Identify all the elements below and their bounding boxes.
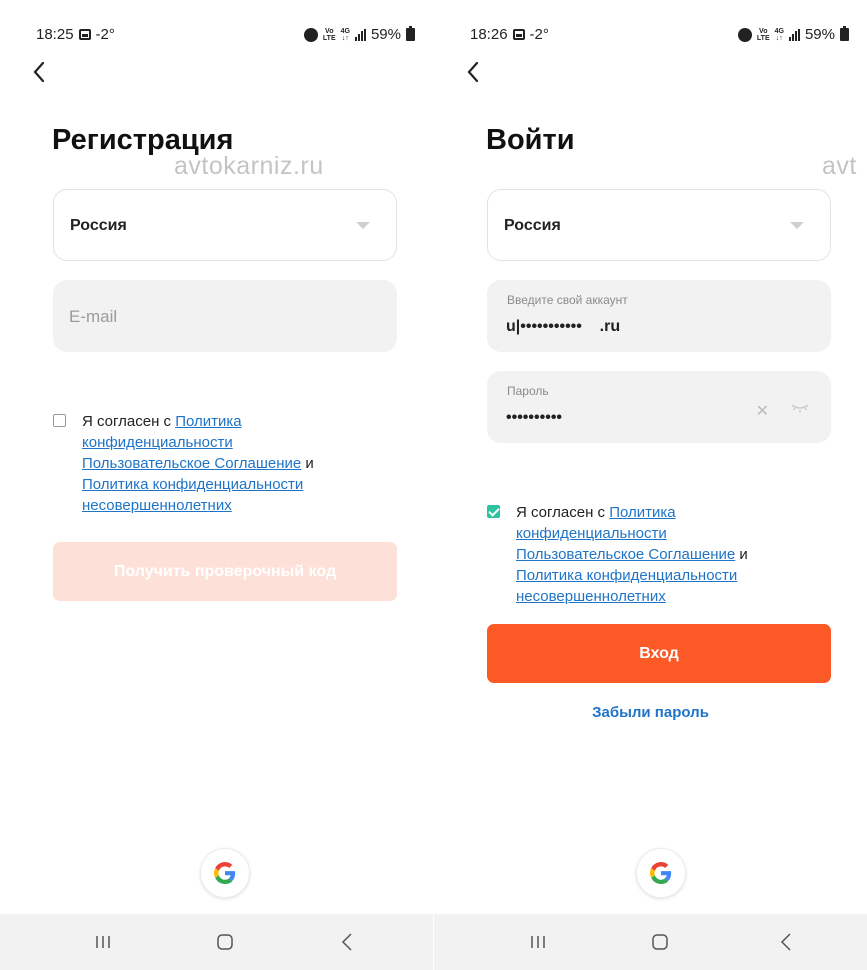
password-value: •••••••••• (506, 409, 563, 426)
status-bar: 18:26 -2° Vo LTE 4G ↓↑ 59% (470, 26, 849, 46)
agreement-text: Я согласен с (516, 504, 610, 521)
minors-privacy-link[interactable]: Политика конфиденциальности несовершенно… (82, 476, 303, 514)
battery-level: 59% (370, 26, 401, 43)
account-label: Введите свой аккаунт (507, 293, 628, 307)
password-field[interactable]: Пароль •••••••••• ✕ (487, 371, 831, 443)
account-field[interactable]: Введите свой аккаунт u|••••••••••• .ru (487, 280, 831, 352)
back-button[interactable] (462, 58, 486, 86)
back-nav-icon[interactable] (779, 930, 793, 954)
agreement-checkbox[interactable] (53, 414, 66, 427)
google-login-button[interactable] (636, 848, 686, 898)
image-icon (512, 29, 525, 40)
login-screen: 18:26 -2° Vo LTE 4G ↓↑ 59% Войти avt Росси… (434, 0, 867, 970)
signal-icon (354, 28, 366, 41)
status-bar: 18:25 -2° Vo LTE 4G ↓↑ 59% (36, 26, 415, 46)
get-code-button[interactable]: Получить проверочный код (53, 542, 397, 601)
agreement-conj: и (735, 546, 748, 563)
watermark: avtokarniz.ru (174, 152, 324, 180)
google-login-button[interactable] (200, 848, 250, 898)
recents-icon[interactable] (530, 930, 546, 954)
country-select[interactable]: Россия (53, 189, 397, 261)
country-label: Россия (504, 217, 561, 234)
system-nav-bar (434, 914, 867, 970)
registration-screen: 18:25 -2° Vo LTE 4G ↓↑ 59% Регистрация avt… (0, 0, 433, 970)
chevron-left-icon (467, 61, 479, 83)
volte-lte-icon: Vo LTE (322, 27, 336, 42)
signal-icon (788, 28, 800, 41)
agreement-block: Я согласен с Политика конфиденциальности… (53, 411, 383, 516)
clear-icon[interactable]: ✕ (756, 401, 769, 421)
forgot-password-link[interactable]: Забыли пароль (434, 704, 867, 721)
password-label: Пароль (507, 384, 549, 398)
system-nav-bar (0, 914, 433, 970)
back-button[interactable] (28, 58, 52, 86)
google-icon (650, 862, 672, 884)
volte-lte-icon: Vo LTE (756, 27, 770, 42)
status-time: 18:26 (470, 26, 508, 43)
alarm-icon (303, 27, 318, 42)
battery-icon (406, 26, 415, 41)
account-value: u|••••••••••• .ru (506, 318, 621, 335)
agreement-conj: и (301, 455, 314, 472)
page-title: Войти (486, 124, 575, 156)
email-placeholder: E-mail (69, 307, 118, 326)
home-icon[interactable] (651, 930, 669, 954)
4g-icon: 4G ↓↑ (774, 27, 784, 42)
alarm-icon (737, 27, 752, 42)
user-agreement-link[interactable]: Пользовательское Соглашение (82, 455, 301, 472)
email-field[interactable]: E-mail (53, 280, 397, 352)
watermark: avt (822, 152, 857, 180)
login-button[interactable]: Вход (487, 624, 831, 683)
caret-down-icon (356, 222, 370, 229)
country-label: Россия (70, 217, 127, 234)
recents-icon[interactable] (95, 930, 111, 954)
country-select[interactable]: Россия (487, 189, 831, 261)
status-time: 18:25 (36, 26, 74, 43)
4g-icon: 4G ↓↑ (340, 27, 350, 42)
battery-icon (840, 26, 849, 41)
eye-closed-icon[interactable] (791, 400, 809, 414)
user-agreement-link[interactable]: Пользовательское Соглашение (516, 546, 735, 563)
minors-privacy-link[interactable]: Политика конфиденциальности несовершенно… (516, 567, 737, 605)
back-nav-icon[interactable] (340, 930, 354, 954)
caret-down-icon (790, 222, 804, 229)
image-icon (78, 29, 91, 40)
status-temperature: -2° (95, 26, 115, 43)
agreement-checkbox[interactable] (487, 505, 500, 518)
chevron-left-icon (33, 61, 45, 83)
home-icon[interactable] (216, 930, 234, 954)
status-temperature: -2° (529, 26, 549, 43)
google-icon (214, 862, 236, 884)
battery-level: 59% (804, 26, 835, 43)
agreement-text: Я согласен с (82, 413, 176, 430)
agreement-block: Я согласен с Политика конфиденциальности… (487, 502, 817, 607)
